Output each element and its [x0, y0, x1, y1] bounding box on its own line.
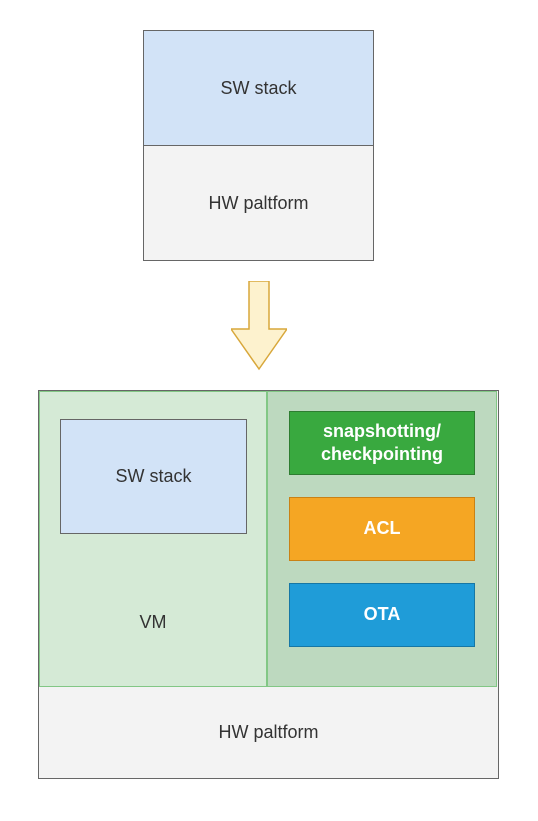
top-sw-label: SW stack: [220, 78, 296, 99]
arrow-down-icon: [231, 281, 287, 371]
snapshot-label: snapshotting/ checkpointing: [321, 420, 443, 467]
vm-sw-label: SW stack: [115, 466, 191, 487]
bottom-upper-row: SW stack VM snapshotting/ checkpointing …: [39, 391, 498, 687]
snapshot-feature-box: snapshotting/ checkpointing: [289, 411, 475, 475]
top-sw-stack-box: SW stack: [144, 31, 373, 146]
top-stack-container: SW stack HW paltform: [143, 30, 374, 261]
bottom-hw-platform-box: HW paltform: [39, 687, 498, 778]
bottom-hw-label: HW paltform: [218, 722, 318, 743]
acl-feature-box: ACL: [289, 497, 475, 561]
bottom-stack-container: SW stack VM snapshotting/ checkpointing …: [38, 390, 499, 779]
vm-box: SW stack VM: [39, 391, 267, 687]
acl-label: ACL: [364, 517, 401, 540]
features-box: snapshotting/ checkpointing ACL OTA: [267, 391, 497, 687]
vm-sw-stack-box: SW stack: [60, 419, 247, 534]
top-hw-label: HW paltform: [208, 193, 308, 214]
top-hw-platform-box: HW paltform: [144, 146, 373, 260]
ota-feature-box: OTA: [289, 583, 475, 647]
vm-label: VM: [40, 612, 266, 633]
ota-label: OTA: [364, 603, 401, 626]
